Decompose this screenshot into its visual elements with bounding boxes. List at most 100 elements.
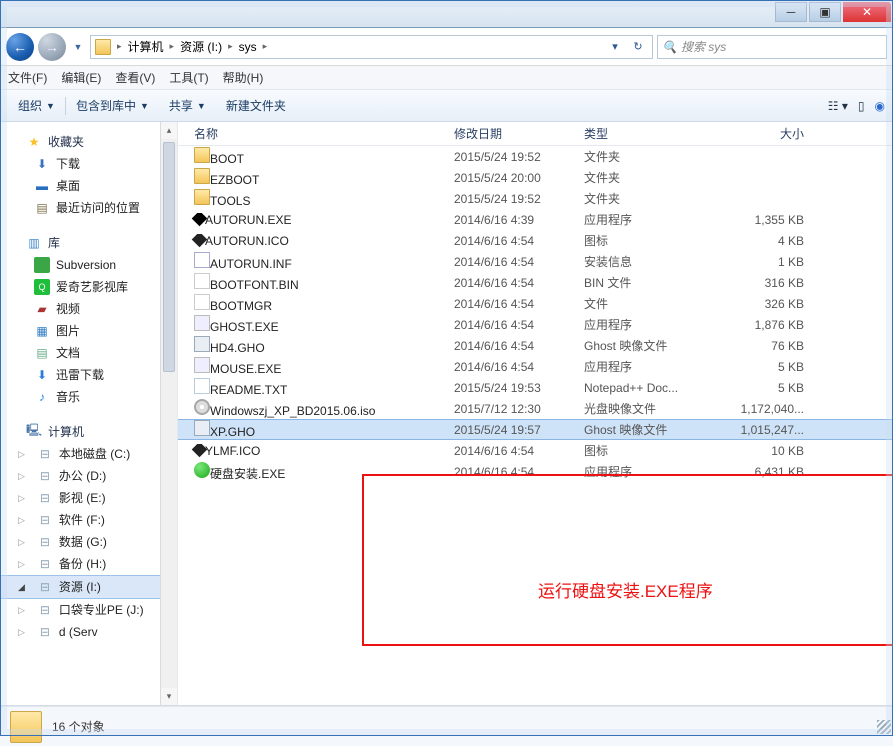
- sidebar-favorites-header[interactable]: ★收藏夹: [0, 130, 177, 153]
- column-header-size[interactable]: 大小: [708, 125, 818, 142]
- file-name: HD4.GHO: [210, 341, 265, 355]
- sidebar-subversion[interactable]: Subversion: [0, 254, 177, 276]
- file-date: 2014/6/16 4:54: [448, 444, 578, 458]
- file-date: 2014/6/16 4:54: [448, 234, 578, 248]
- sidebar-documents[interactable]: ▤文档: [0, 342, 177, 364]
- file-size: 1,015,247...: [708, 423, 818, 437]
- scroll-thumb[interactable]: [163, 142, 175, 372]
- sidebar-pictures[interactable]: ▦图片: [0, 320, 177, 342]
- toolbar-include-library[interactable]: 包含到库中▼: [66, 90, 159, 121]
- sidebar-downloads[interactable]: ⬇下载: [0, 153, 177, 175]
- file-icon: MOUSE.EXE: [194, 357, 281, 376]
- file-row[interactable]: XP.GHO2015/5/24 19:57Ghost 映像文件1,015,247…: [178, 419, 893, 440]
- help-button[interactable]: ◉: [875, 99, 885, 113]
- preview-pane-button[interactable]: ▯: [858, 99, 865, 113]
- menu-file[interactable]: 文件(F): [8, 69, 47, 86]
- file-row[interactable]: YLMF.ICO2014/6/16 4:54图标10 KB: [178, 440, 893, 461]
- file-icon: XP.GHO: [194, 420, 255, 439]
- file-size: 4 KB: [708, 234, 818, 248]
- resize-grip[interactable]: [877, 720, 891, 734]
- sidebar-videos[interactable]: ▰视频: [0, 298, 177, 320]
- file-row[interactable]: AUTORUN.EXE2014/6/16 4:39应用程序1,355 KB: [178, 209, 893, 230]
- sidebar-libraries-header[interactable]: ▥库: [0, 231, 177, 254]
- computer-icon: 🖳: [26, 424, 42, 440]
- file-row[interactable]: GHOST.EXE2014/6/16 4:54应用程序1,876 KB: [178, 314, 893, 335]
- window-close-button[interactable]: ✕: [843, 2, 891, 22]
- sidebar-drive-d[interactable]: ▷⊟办公 (D:): [0, 465, 177, 487]
- file-type-icon: [194, 378, 210, 394]
- refresh-button[interactable]: ↻: [628, 37, 648, 57]
- file-row[interactable]: BOOTMGR2014/6/16 4:54文件326 KB: [178, 293, 893, 314]
- file-type-icon: [194, 399, 210, 415]
- window-minimize-button[interactable]: ─: [775, 2, 807, 22]
- video-icon: ▰: [34, 301, 50, 317]
- drive-icon: ⊟: [37, 556, 53, 572]
- address-dropdown-button[interactable]: ▾: [605, 37, 625, 57]
- toolbar-organize[interactable]: 组织▼: [8, 90, 65, 121]
- menu-view[interactable]: 查看(V): [115, 69, 155, 86]
- file-row[interactable]: BOOTFONT.BIN2014/6/16 4:54BIN 文件316 KB: [178, 272, 893, 293]
- address-bar[interactable]: ▸ 计算机 ▸ 资源 (I:) ▸ sys ▸ ▾ ↻: [90, 35, 653, 59]
- file-row[interactable]: BOOT2015/5/24 19:52文件夹: [178, 146, 893, 167]
- nav-forward-button[interactable]: →: [38, 33, 66, 61]
- file-row[interactable]: AUTORUN.ICO2014/6/16 4:54图标4 KB: [178, 230, 893, 251]
- sidebar-drive-j[interactable]: ▷⊟口袋专业PE (J:): [0, 599, 177, 621]
- sidebar-computer-header[interactable]: 🖳计算机: [0, 420, 177, 443]
- column-header-type[interactable]: 类型: [578, 125, 708, 142]
- chevron-down-icon: ▼: [197, 101, 206, 111]
- breadcrumb-computer[interactable]: 计算机: [128, 38, 164, 55]
- file-row[interactable]: 硬盘安装.EXE2014/6/16 4:54应用程序6,431 KB: [178, 461, 893, 482]
- file-row[interactable]: Windowszj_XP_BD2015.06.iso2015/7/12 12:3…: [178, 398, 893, 419]
- menu-help[interactable]: 帮助(H): [223, 69, 264, 86]
- sidebar-music[interactable]: ♪音乐: [0, 386, 177, 408]
- column-header-name[interactable]: 名称: [188, 125, 448, 142]
- sidebar-drive-e[interactable]: ▷⊟影视 (E:): [0, 487, 177, 509]
- file-row[interactable]: AUTORUN.INF2014/6/16 4:54安装信息1 KB: [178, 251, 893, 272]
- navigation-sidebar: ★收藏夹 ⬇下载 ▬桌面 ▤最近访问的位置 ▥库 Subversion Q爱奇艺…: [0, 122, 178, 705]
- sidebar-drive-i[interactable]: ◢⊟资源 (I:): [0, 575, 177, 599]
- breadcrumb-folder[interactable]: sys: [239, 40, 257, 54]
- chevron-down-icon: ▼: [140, 101, 149, 111]
- file-name: AUTORUN.INF: [210, 257, 292, 271]
- sidebar-drive-f[interactable]: ▷⊟软件 (F:): [0, 509, 177, 531]
- scroll-up-button[interactable]: ▴: [161, 122, 177, 139]
- nav-back-button[interactable]: ←: [6, 33, 34, 61]
- sidebar-iqiyi[interactable]: Q爱奇艺影视库: [0, 276, 177, 298]
- window-maximize-button[interactable]: ▣: [809, 2, 841, 22]
- sidebar-recent[interactable]: ▤最近访问的位置: [0, 197, 177, 219]
- file-size: 1,876 KB: [708, 318, 818, 332]
- file-row[interactable]: MOUSE.EXE2014/6/16 4:54应用程序5 KB: [178, 356, 893, 377]
- nav-history-dropdown[interactable]: ▼: [70, 37, 86, 57]
- view-mode-button[interactable]: ☷ ▾: [828, 99, 848, 113]
- sidebar-drive-c[interactable]: ▷⊟本地磁盘 (C:): [0, 443, 177, 465]
- file-type: BIN 文件: [578, 274, 708, 291]
- file-row[interactable]: README.TXT2015/5/24 19:53Notepad++ Doc..…: [178, 377, 893, 398]
- sidebar-drive-g[interactable]: ▷⊟数据 (G:): [0, 531, 177, 553]
- file-name: README.TXT: [210, 383, 287, 397]
- search-input[interactable]: 🔍 搜索 sys: [657, 35, 887, 59]
- sidebar-drive-serv[interactable]: ▷⊟d (Serv: [0, 621, 177, 643]
- menu-edit[interactable]: 编辑(E): [61, 69, 101, 86]
- drive-icon: ⊟: [37, 490, 53, 506]
- toolbar-share[interactable]: 共享▼: [159, 90, 216, 121]
- menu-tools[interactable]: 工具(T): [169, 69, 208, 86]
- breadcrumb-drive[interactable]: 资源 (I:): [180, 38, 222, 55]
- file-name: BOOTFONT.BIN: [210, 278, 299, 292]
- column-header-date[interactable]: 修改日期: [448, 125, 578, 142]
- file-row[interactable]: HD4.GHO2014/6/16 4:54Ghost 映像文件76 KB: [178, 335, 893, 356]
- file-size: 1,355 KB: [708, 213, 818, 227]
- sidebar-drive-h[interactable]: ▷⊟备份 (H:): [0, 553, 177, 575]
- menu-bar: 文件(F) 编辑(E) 查看(V) 工具(T) 帮助(H): [0, 66, 893, 90]
- file-size: 1 KB: [708, 255, 818, 269]
- file-size: 1,172,040...: [708, 402, 818, 416]
- file-name: YLMF.ICO: [205, 444, 260, 458]
- search-placeholder: 搜索 sys: [681, 38, 726, 55]
- file-row[interactable]: TOOLS2015/5/24 19:52文件夹: [178, 188, 893, 209]
- sidebar-desktop[interactable]: ▬桌面: [0, 175, 177, 197]
- toolbar-new-folder[interactable]: 新建文件夹: [216, 90, 296, 121]
- sidebar-xunlei[interactable]: ⬇迅雷下载: [0, 364, 177, 386]
- scroll-down-button[interactable]: ▾: [161, 688, 177, 705]
- file-row[interactable]: EZBOOT2015/5/24 20:00文件夹: [178, 167, 893, 188]
- file-icon: BOOT: [194, 147, 244, 166]
- sidebar-scrollbar[interactable]: ▴ ▾: [160, 122, 177, 705]
